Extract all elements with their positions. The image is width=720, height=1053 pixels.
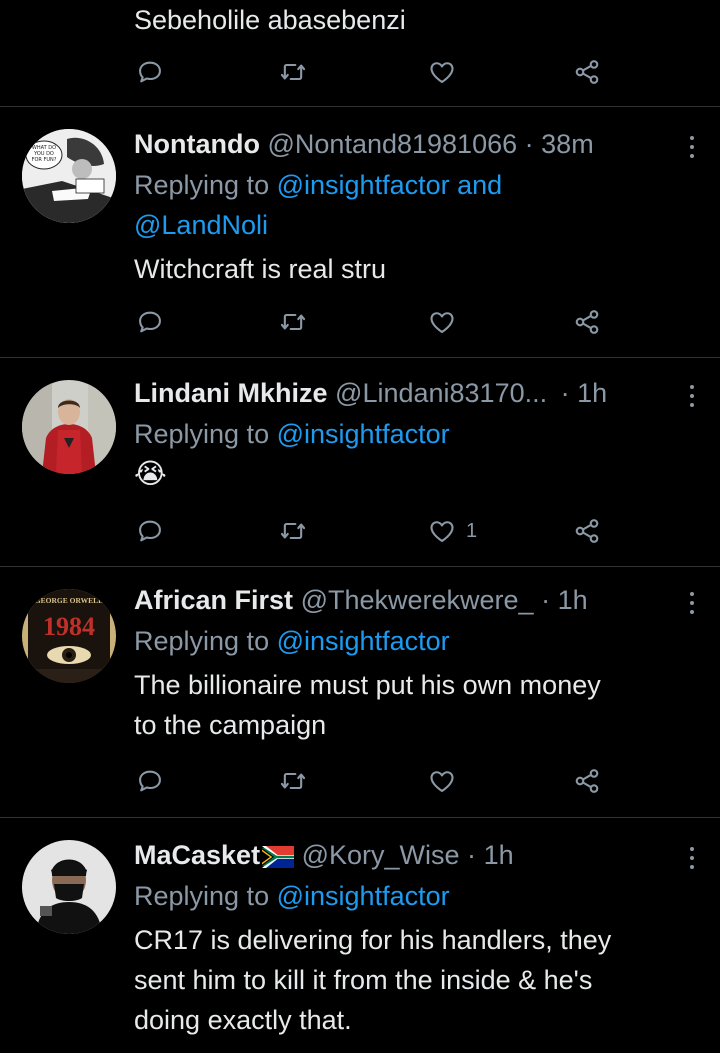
replying-to: Replying to @insightfactor — [134, 414, 692, 454]
like-icon — [430, 62, 454, 83]
replying-to: Replying to @insightfactor and @LandNoli — [134, 165, 692, 245]
retweet-button[interactable] — [278, 302, 308, 342]
display-name[interactable]: Nontando — [134, 129, 260, 159]
mention-link[interactable]: @insightfactor — [277, 626, 450, 656]
avatar[interactable] — [22, 380, 116, 474]
separator-dot: · — [524, 129, 534, 159]
reply-button[interactable] — [136, 761, 164, 801]
like-button[interactable]: 1 — [428, 511, 477, 551]
tweet-actions: 1 — [0, 511, 720, 551]
mention-link[interactable]: @insightfactor — [277, 419, 450, 449]
timestamp[interactable]: 1h — [577, 378, 607, 408]
reply-icon — [139, 770, 161, 792]
replying-to-label: Replying to — [134, 170, 270, 200]
avatar[interactable]: GEORGE ORWELL 1984 — [22, 589, 116, 683]
share-button[interactable] — [572, 761, 602, 801]
retweet-icon — [280, 772, 306, 790]
share-icon — [575, 769, 599, 793]
south-africa-flag-icon — [262, 846, 295, 868]
avatar-photo-image — [22, 840, 116, 934]
separator-dot: · — [560, 378, 570, 408]
share-button[interactable] — [572, 511, 602, 551]
retweet-button[interactable] — [278, 511, 308, 551]
avatar[interactable] — [22, 840, 116, 934]
retweet-button[interactable] — [278, 52, 308, 92]
reply-icon — [139, 311, 161, 333]
replying-to-label: Replying to — [134, 881, 270, 911]
mention-link[interactable]: @LandNoli — [134, 210, 268, 240]
avatar-photo-image — [22, 380, 116, 474]
tweet-emoji: 😭 — [134, 458, 167, 489]
like-button[interactable] — [428, 761, 466, 801]
reply-button[interactable] — [136, 52, 164, 92]
tweet-actions — [0, 52, 720, 92]
like-button[interactable] — [428, 52, 466, 92]
replying-to: Replying to @insightfactor — [134, 876, 692, 916]
tweet-actions — [0, 761, 720, 801]
tweet-text: The billionaire must put his own money t… — [134, 670, 601, 740]
like-button[interactable] — [428, 302, 466, 342]
replying-to-label: Replying to — [134, 419, 270, 449]
avatar[interactable]: WHAT DO YOU DO FOR FUN? — [22, 129, 116, 223]
username[interactable]: @Kory_Wise — [302, 840, 460, 870]
like-icon — [430, 521, 454, 542]
tweet-text: Witchcraft is real stru — [134, 254, 387, 284]
display-name[interactable]: Lindani Mkhize — [134, 378, 328, 408]
display-name[interactable]: MaCasket — [134, 840, 295, 870]
avatar-comic-image: WHAT DO YOU DO FOR FUN? — [22, 129, 116, 223]
tweet-text: Sebeholile abasebenzi — [134, 5, 406, 35]
more-icon[interactable] — [684, 127, 700, 161]
mention-link[interactable]: @insightfactor — [277, 881, 450, 911]
username[interactable]: @Thekwerekwere_ — [301, 585, 534, 615]
reply-button[interactable] — [136, 511, 164, 551]
reply-button[interactable] — [136, 302, 164, 342]
separator-dot: · — [467, 840, 477, 870]
like-count: 1 — [466, 519, 478, 542]
retweet-icon — [280, 63, 306, 81]
username[interactable]: @Nontand81981066 — [268, 129, 518, 159]
separator-dot: · — [541, 585, 551, 615]
username[interactable]: @Lindani83170... — [335, 378, 547, 408]
reply-icon — [139, 520, 161, 542]
mention-link[interactable]: @insightfactor and — [277, 170, 503, 200]
svg-text:1984: 1984 — [43, 612, 95, 641]
more-icon[interactable] — [684, 376, 700, 410]
timestamp[interactable]: 38m — [541, 129, 594, 159]
replying-to-label: Replying to — [134, 626, 270, 656]
more-icon[interactable] — [684, 583, 700, 617]
like-icon — [430, 771, 454, 792]
retweet-icon — [280, 522, 306, 540]
timestamp[interactable]: 1h — [484, 840, 514, 870]
retweet-button[interactable] — [278, 761, 308, 801]
tweet-header: African First @Thekwerekwere_ · 1h — [134, 583, 694, 617]
timestamp[interactable]: 1h — [558, 585, 588, 615]
tweet[interactable]: MaCasket @Kory_Wise · 1h Replying to @in… — [0, 818, 720, 1053]
tweet-text: CR17 is delivering for his handlers, the… — [134, 925, 612, 1035]
tweet-header: Nontando @Nontand81981066 · 38m — [134, 127, 694, 161]
share-icon — [575, 310, 599, 334]
tweet-header: Lindani Mkhize @Lindani83170... · 1h — [134, 376, 694, 410]
share-icon — [575, 60, 599, 84]
share-button[interactable] — [572, 52, 602, 92]
share-icon — [575, 519, 599, 543]
tweet-actions — [0, 302, 720, 342]
retweet-icon — [280, 313, 306, 331]
timeline: Sebeholile abasebenzi WHAT DO YOU DO FOR… — [0, 0, 720, 1053]
svg-text:FOR FUN?: FOR FUN? — [32, 157, 57, 163]
avatar-book-cover-image: GEORGE ORWELL 1984 — [22, 589, 116, 683]
like-icon — [430, 312, 454, 333]
share-button[interactable] — [572, 302, 602, 342]
more-icon[interactable] — [684, 838, 700, 872]
display-name[interactable]: African First — [134, 585, 293, 615]
tweet-header: MaCasket @Kory_Wise · 1h — [134, 838, 694, 872]
svg-text:GEORGE ORWELL: GEORGE ORWELL — [35, 596, 103, 605]
reply-icon — [139, 61, 161, 83]
replying-to: Replying to @insightfactor — [134, 621, 692, 661]
